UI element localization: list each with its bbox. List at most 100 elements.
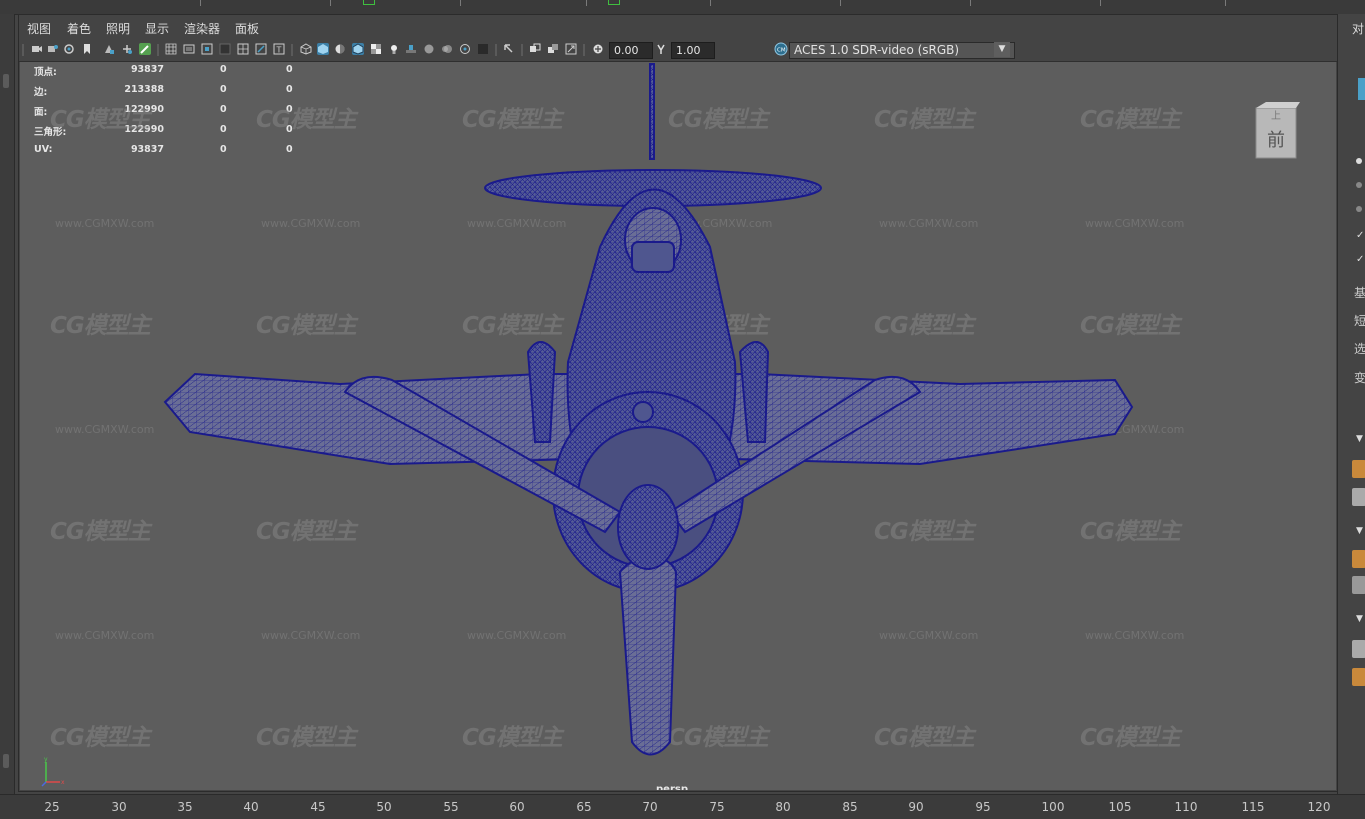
chevron-down-icon[interactable]: ▼ xyxy=(994,42,1010,57)
2d-pan-zoom-icon[interactable] xyxy=(121,43,133,55)
menu-panels[interactable]: 面板 xyxy=(235,20,259,37)
selected-tab-indicator[interactable] xyxy=(1358,78,1365,100)
exposure-icon[interactable] xyxy=(592,43,604,55)
xray-joints-icon[interactable] xyxy=(547,43,559,55)
toolbar-separator xyxy=(22,44,24,56)
panel-menubar: 视图 着色 照明 显示 渲染器 面板 xyxy=(19,15,1337,39)
resolution-gate-icon[interactable] xyxy=(201,43,213,55)
left-tool-strip xyxy=(0,14,15,794)
image-plane-icon[interactable] xyxy=(103,43,115,55)
left-scroll-handle[interactable] xyxy=(3,74,9,88)
left-scroll-handle[interactable] xyxy=(3,754,9,768)
shelf-tool-icon[interactable] xyxy=(1352,576,1365,594)
menu-shading[interactable]: 着色 xyxy=(67,20,91,37)
gamma-field[interactable]: 1.00 xyxy=(671,42,715,59)
motion-blur-icon[interactable] xyxy=(441,43,453,55)
timeline-tick-label: 40 xyxy=(243,800,259,814)
shadows-icon[interactable] xyxy=(405,43,417,55)
screen-space-ao-icon[interactable] xyxy=(423,43,435,55)
checkbox[interactable]: ✓ xyxy=(1356,230,1364,241)
exposure-field[interactable]: 0.00 xyxy=(609,42,653,59)
timeline-tick-label: 50 xyxy=(376,800,392,814)
film-gate-icon[interactable] xyxy=(183,43,195,55)
shelf-tool-icon[interactable] xyxy=(1352,550,1365,568)
color-space-value: ACES 1.0 SDR-video (sRGB) xyxy=(794,43,960,57)
strip-tick xyxy=(970,0,971,6)
gamma-icon[interactable] xyxy=(655,43,667,55)
color-management-icon[interactable]: CM xyxy=(774,42,788,56)
collapse-arrow-icon[interactable]: ▼ xyxy=(1356,614,1363,624)
default-material-icon[interactable] xyxy=(334,43,346,55)
camera-attributes-icon[interactable] xyxy=(47,43,59,55)
viewcube-front-label: 前 xyxy=(1267,130,1285,151)
panel-label: 基 xyxy=(1354,286,1365,300)
depth-of-field-icon[interactable] xyxy=(477,43,489,55)
safe-action-icon[interactable] xyxy=(255,43,267,55)
grease-pencil-icon[interactable] xyxy=(139,43,151,55)
svg-text:T: T xyxy=(276,46,282,55)
radio-button[interactable] xyxy=(1356,206,1362,212)
isolate-select-icon[interactable] xyxy=(503,43,515,55)
svg-text:x: x xyxy=(61,779,65,786)
xray-icon[interactable] xyxy=(529,43,541,55)
panel-label: 变 xyxy=(1354,371,1365,385)
timeline-tick-label: 115 xyxy=(1241,800,1265,814)
checkbox[interactable]: ✓ xyxy=(1356,254,1364,265)
timeline-tick-label: 55 xyxy=(443,800,459,814)
toolbar-separator xyxy=(495,44,497,56)
view-cube[interactable]: 上 前 xyxy=(1252,102,1300,164)
collapse-arrow-icon[interactable]: ▼ xyxy=(1356,434,1363,444)
timeline-tick-label: 120 xyxy=(1307,800,1331,814)
gate-mask-icon[interactable] xyxy=(219,43,231,55)
select-camera-icon[interactable] xyxy=(31,43,43,55)
wireframe-icon[interactable] xyxy=(300,43,312,55)
timeline-tick-label: 30 xyxy=(111,800,127,814)
viewport-panel: 视图 着色 照明 显示 渲染器 面板 T 0.00 1.00 CM ACES 1… xyxy=(18,14,1338,792)
radio-button[interactable] xyxy=(1356,182,1362,188)
use-all-lights-icon[interactable] xyxy=(388,43,400,55)
strip-tick xyxy=(460,0,461,6)
strip-tick xyxy=(840,0,841,6)
shelf-tool-icon[interactable] xyxy=(1352,460,1365,478)
timeline-tick-label: 95 xyxy=(975,800,991,814)
color-space-dropdown[interactable]: ACES 1.0 SDR-video (sRGB) xyxy=(789,42,1015,59)
menu-renderer[interactable]: 渲染器 xyxy=(184,20,220,37)
strip-tick xyxy=(1100,0,1101,6)
smooth-shade-icon[interactable] xyxy=(317,43,329,55)
panel-label: 选 xyxy=(1354,342,1365,356)
shelf-tool-icon[interactable] xyxy=(1352,640,1365,658)
attribute-editor-panel: 对 ✓ ✓ 基 短 选 变 ▼ ▼ ▼ xyxy=(1337,14,1365,794)
timeline-tick-label: 110 xyxy=(1174,800,1198,814)
airplane-wireframe-model[interactable] xyxy=(20,62,1336,790)
menu-show[interactable]: 显示 xyxy=(145,20,169,37)
grid-icon[interactable] xyxy=(165,43,177,55)
shelf-tool-icon[interactable] xyxy=(1352,488,1365,506)
menu-view[interactable]: 视图 xyxy=(27,20,51,37)
shelf-tool-icon[interactable] xyxy=(1352,668,1365,686)
radio-button[interactable] xyxy=(1356,158,1362,164)
panel-label: 短 xyxy=(1354,314,1365,328)
strip-tick xyxy=(200,0,201,6)
menu-lighting[interactable]: 照明 xyxy=(106,20,130,37)
svg-text:CM: CM xyxy=(777,48,786,54)
3d-viewport[interactable]: 顶点: 93837 0 0 边: 213388 0 0 面: 122990 0 … xyxy=(20,62,1336,790)
bookmark-icon[interactable] xyxy=(81,43,93,55)
camera-view-icon[interactable] xyxy=(63,43,75,55)
viewcube-top-label: 上 xyxy=(1271,110,1281,122)
panel-title: 对 xyxy=(1352,22,1365,36)
backface-culling-icon[interactable] xyxy=(565,43,577,55)
field-chart-icon[interactable] xyxy=(237,43,249,55)
timeline-tick-label: 90 xyxy=(908,800,924,814)
time-slider[interactable]: 25 30 35 40 45 50 55 60 65 70 75 80 85 9… xyxy=(0,794,1365,819)
top-time-strip xyxy=(0,0,1365,15)
anti-aliasing-icon[interactable] xyxy=(459,43,471,55)
safe-title-icon[interactable]: T xyxy=(273,43,285,55)
axis-gizmo-icon: y x xyxy=(41,756,65,787)
timeline-tick-label: 70 xyxy=(642,800,658,814)
strip-tick xyxy=(1225,0,1226,6)
svg-text:y: y xyxy=(44,756,48,763)
textured-icon[interactable] xyxy=(370,43,382,55)
wireframe-on-shaded-icon[interactable] xyxy=(352,43,364,55)
collapse-arrow-icon[interactable]: ▼ xyxy=(1356,526,1363,536)
toolbar-separator xyxy=(157,44,159,56)
